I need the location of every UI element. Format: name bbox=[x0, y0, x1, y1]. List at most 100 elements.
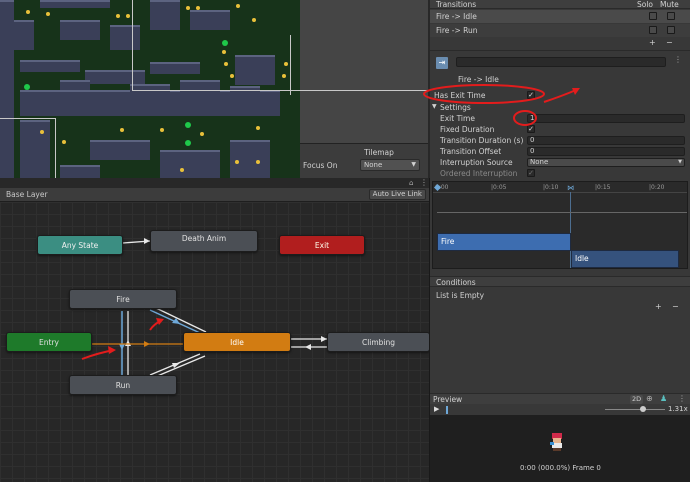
state-label: Entry bbox=[39, 338, 59, 347]
annotation-circle bbox=[423, 84, 545, 104]
timeline-bar-fire[interactable]: Fire bbox=[437, 233, 571, 251]
solo-checkbox[interactable] bbox=[649, 26, 657, 34]
transitions-list-header: Transitions Solo Mute bbox=[430, 0, 690, 9]
play-icon[interactable]: ▶ bbox=[434, 405, 439, 413]
timeline-tick-label: |0:05 bbox=[491, 184, 507, 191]
transition-name-field[interactable] bbox=[456, 57, 666, 67]
ordered-interruption-row: Ordered Interruption ✓ bbox=[430, 168, 690, 179]
interruption-source-row: Interruption Source None ▼ bbox=[430, 157, 690, 168]
timeline-tick-label: |0:10 bbox=[543, 184, 559, 191]
add-condition-button[interactable]: + bbox=[655, 302, 662, 311]
transition-duration-row: Transition Duration (s) 0 bbox=[430, 135, 690, 146]
transition-timeline[interactable]: 0:00 |0:05 |0:10 |0:15 |0:20 ⋈ Fire Idle bbox=[432, 181, 688, 269]
add-transition-button[interactable]: + bbox=[649, 38, 656, 47]
preview-2d-toggle[interactable]: 2D bbox=[630, 395, 644, 404]
arrowhead bbox=[125, 340, 131, 346]
transition-duration-label: Transition Duration (s) bbox=[440, 136, 524, 145]
solo-checkbox[interactable] bbox=[649, 12, 657, 20]
transition-offset-row: Transition Offset 0 bbox=[430, 146, 690, 157]
remove-transition-button[interactable]: − bbox=[666, 38, 673, 47]
timeline-bar-label: Idle bbox=[575, 254, 589, 263]
remove-condition-button[interactable]: − bbox=[672, 302, 679, 311]
state-label: Exit bbox=[314, 241, 330, 250]
conditions-header: Conditions bbox=[430, 276, 690, 287]
state-climbing[interactable]: Climbing bbox=[327, 332, 429, 352]
transition-name: Fire -> Idle bbox=[436, 12, 477, 21]
preview-title: Preview bbox=[433, 395, 463, 404]
focus-on-label: Focus On bbox=[303, 161, 338, 170]
timeline-weight-line bbox=[437, 212, 687, 213]
transition-name: Fire -> Run bbox=[436, 26, 478, 35]
arrowhead bbox=[119, 344, 125, 350]
preview-controls: ▶ 1.31x bbox=[430, 404, 690, 415]
speed-slider-handle[interactable] bbox=[640, 406, 646, 412]
annotation-arrowhead bbox=[108, 346, 116, 354]
transition-list-footer: + − bbox=[430, 38, 690, 48]
state-fire[interactable]: Fire bbox=[69, 289, 177, 309]
conditions-footer: + − bbox=[430, 302, 690, 314]
timeline-tick-label: |0:20 bbox=[649, 184, 665, 191]
preview-timeline-cursor[interactable] bbox=[446, 406, 448, 414]
state-exit[interactable]: Exit bbox=[279, 235, 365, 255]
transition-arrows bbox=[81, 238, 327, 378]
state-label: Fire bbox=[116, 295, 130, 304]
conditions-header-label: Conditions bbox=[436, 278, 476, 287]
timeline-bar-idle[interactable]: Idle bbox=[571, 250, 679, 268]
arrowhead bbox=[144, 341, 150, 347]
annotation-circle bbox=[513, 110, 537, 126]
character-sprite bbox=[550, 433, 564, 451]
state-label: Any State bbox=[61, 241, 99, 250]
preview-viewport[interactable]: 0:00 (000.0%) Frame 0 bbox=[430, 415, 690, 482]
transition-offset-label: Transition Offset bbox=[440, 147, 502, 156]
timeline-ruler bbox=[433, 192, 687, 193]
focus-on-dropdown[interactable]: None ▼ bbox=[360, 159, 420, 171]
transition-idle-to-run[interactable] bbox=[154, 355, 206, 378]
interruption-source-label: Interruption Source bbox=[440, 158, 513, 167]
interruption-source-value: None bbox=[530, 158, 549, 166]
tilemap-overlay-title: Tilemap bbox=[364, 148, 394, 157]
pivot-icon[interactable]: ⊕ bbox=[646, 394, 653, 403]
ordered-interruption-checkbox: ✓ bbox=[527, 169, 535, 177]
mute-column-label: Mute bbox=[660, 0, 679, 9]
timeline-tick-label: |0:15 bbox=[595, 184, 611, 191]
transition-idle-to-fire[interactable] bbox=[155, 307, 207, 333]
state-label: Death Anim bbox=[181, 234, 227, 243]
conditions-list: List is Empty bbox=[430, 289, 690, 301]
state-idle[interactable]: Idle bbox=[183, 332, 291, 352]
state-death-anim[interactable]: Death Anim bbox=[150, 230, 258, 252]
speed-value: 1.31x bbox=[668, 405, 688, 413]
speed-slider-track[interactable] bbox=[605, 409, 665, 410]
annotation-overlay bbox=[423, 84, 580, 126]
conditions-empty-label: List is Empty bbox=[436, 291, 485, 300]
state-label: Idle bbox=[230, 338, 244, 347]
transition-list-item[interactable]: Fire -> Run bbox=[430, 24, 690, 37]
state-run[interactable]: Run bbox=[69, 375, 177, 395]
more-menu-icon[interactable]: ⋮ bbox=[674, 55, 682, 64]
state-label: Run bbox=[115, 381, 131, 390]
preview-header: Preview 2D ⊕ ♟ ⋮ bbox=[430, 393, 690, 404]
transition-offset-field[interactable]: 0 bbox=[527, 147, 685, 156]
more-menu-icon[interactable]: ⋮ bbox=[678, 394, 686, 403]
arrowhead bbox=[305, 344, 311, 350]
avatar-icon[interactable]: ♟ bbox=[660, 394, 667, 403]
transition-duration-field[interactable]: 0 bbox=[527, 136, 685, 145]
tilemap-canvas[interactable] bbox=[0, 0, 428, 178]
mute-checkbox[interactable] bbox=[667, 26, 675, 34]
animator-graph[interactable]: ⌂ ⋮ Base Layer Auto Live Link Any State … bbox=[0, 178, 430, 482]
timeline-exit-marker[interactable]: ⋈ bbox=[567, 184, 574, 192]
state-any-state[interactable]: Any State bbox=[37, 235, 123, 255]
mute-checkbox[interactable] bbox=[667, 12, 675, 20]
ordered-interruption-label: Ordered Interruption bbox=[440, 169, 518, 178]
chevron-down-icon: ▼ bbox=[411, 161, 416, 168]
tilemap-overlay-panel: Tilemap Focus On None ▼ bbox=[300, 143, 428, 178]
interruption-source-dropdown[interactable]: None ▼ bbox=[527, 158, 685, 167]
preview-frame-label: 0:00 (000.0%) Frame 0 bbox=[520, 464, 601, 472]
transition-list-item[interactable]: Fire -> Idle bbox=[430, 10, 690, 23]
focus-on-value: None bbox=[364, 161, 383, 169]
chevron-down-icon: ▼ bbox=[678, 159, 682, 165]
transition-icon: ⇥ bbox=[436, 57, 448, 69]
solo-column-label: Solo bbox=[637, 0, 654, 9]
annotation-arrow bbox=[543, 89, 577, 103]
scene-view[interactable]: Tilemap Focus On None ▼ bbox=[0, 0, 428, 178]
state-entry[interactable]: Entry bbox=[6, 332, 92, 352]
